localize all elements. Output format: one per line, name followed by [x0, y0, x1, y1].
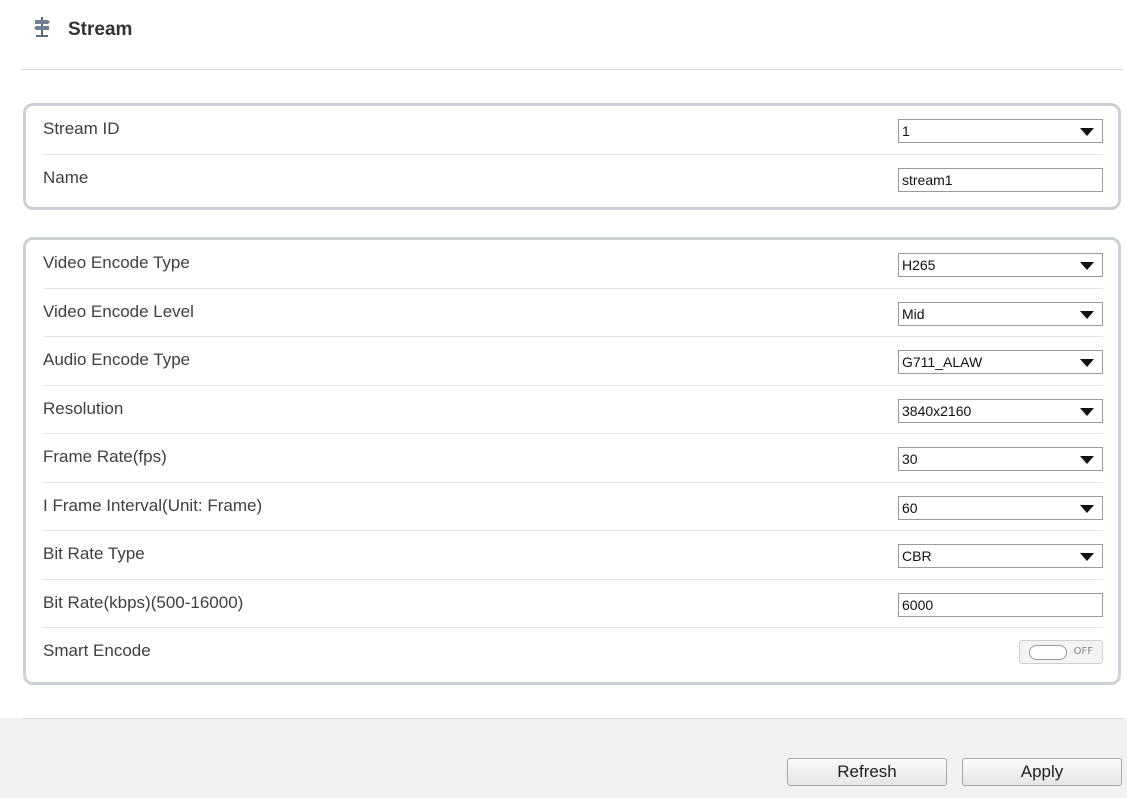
stream-basic-panel: Stream ID 1 Name stream1 [23, 103, 1121, 210]
smart-encode-label: Smart Encode [43, 641, 151, 660]
bit-rate-label: Bit Rate(kbps)(500-16000) [43, 592, 244, 612]
encode-settings-panel: Video Encode Type H265 Video Encode Leve… [23, 237, 1121, 685]
frame-rate-label: Frame Rate(fps) [43, 447, 167, 466]
toggle-state-text: OFF [1073, 646, 1093, 657]
frame-rate-value: 30 [902, 451, 918, 467]
refresh-button[interactable]: Refresh [787, 758, 947, 786]
dropdown-arrow-icon [1080, 553, 1094, 561]
video-encode-type-row: Video Encode Type H265 [43, 240, 1103, 289]
video-encode-type-select[interactable]: H265 [898, 253, 1103, 277]
dropdown-arrow-icon [1080, 310, 1094, 319]
name-row: Name stream1 [43, 155, 1103, 204]
resolution-select[interactable]: 3840x2160 [898, 398, 1103, 423]
frame-rate-row: Frame Rate(fps) 30 [43, 434, 1103, 483]
dropdown-arrow-icon [1080, 128, 1094, 136]
video-encode-level-row: Video Encode Level Mid [43, 289, 1103, 337]
dropdown-arrow-icon [1080, 407, 1094, 416]
resolution-value: 3840x2160 [902, 402, 972, 419]
bit-rate-input[interactable]: 6000 [898, 592, 1103, 617]
stream-id-select[interactable]: 1 [898, 119, 1103, 143]
name-value: stream1 [902, 172, 953, 188]
footer-bar: Refresh Apply [0, 718, 1127, 798]
bit-rate-type-label: Bit Rate Type [43, 544, 145, 563]
audio-encode-type-select[interactable]: G711_ALAW [898, 350, 1103, 374]
bit-rate-value: 6000 [902, 596, 934, 613]
dropdown-arrow-icon [1080, 456, 1094, 464]
i-frame-interval-select[interactable]: 60 [898, 495, 1103, 520]
page-header: Stream [0, 0, 1127, 70]
bit-rate-row: Bit Rate(kbps)(500-16000) 6000 [43, 580, 1103, 628]
video-encode-level-select[interactable]: Mid [898, 301, 1103, 326]
dropdown-arrow-icon [1080, 359, 1094, 367]
audio-encode-type-value: G711_ALAW [902, 354, 983, 370]
stream-id-row: Stream ID 1 [43, 106, 1103, 155]
audio-encode-type-row: Audio Encode Type G711_ALAW [43, 337, 1103, 386]
i-frame-interval-value: 60 [902, 499, 918, 516]
video-encode-level-label: Video Encode Level [43, 301, 194, 321]
smart-encode-toggle[interactable]: OFF [1019, 640, 1103, 664]
footer-divider [22, 718, 1123, 719]
toggle-knob [1029, 645, 1067, 660]
bit-rate-type-select[interactable]: CBR [898, 544, 1103, 568]
signpost-icon [34, 17, 50, 37]
bit-rate-type-value: CBR [902, 548, 932, 564]
page-title: Stream [68, 19, 133, 40]
audio-encode-type-label: Audio Encode Type [43, 350, 191, 369]
resolution-label: Resolution [43, 398, 124, 418]
name-input[interactable]: stream1 [898, 168, 1103, 192]
name-label: Name [43, 168, 89, 187]
stream-id-value: 1 [902, 123, 910, 139]
video-encode-level-value: Mid [902, 305, 925, 322]
frame-rate-select[interactable]: 30 [898, 447, 1103, 471]
video-encode-type-value: H265 [902, 257, 936, 273]
dropdown-arrow-icon [1080, 504, 1094, 513]
i-frame-interval-label: I Frame Interval(Unit: Frame) [43, 495, 263, 515]
apply-button[interactable]: Apply [962, 758, 1122, 786]
video-encode-type-label: Video Encode Type [43, 253, 190, 272]
bit-rate-type-row: Bit Rate Type CBR [43, 531, 1103, 580]
header-divider [22, 69, 1123, 70]
dropdown-arrow-icon [1080, 262, 1094, 270]
stream-id-label: Stream ID [43, 119, 120, 138]
smart-encode-row: Smart Encode OFF [43, 628, 1103, 677]
resolution-row: Resolution 3840x2160 [43, 386, 1103, 434]
i-frame-interval-row: I Frame Interval(Unit: Frame) 60 [43, 483, 1103, 531]
